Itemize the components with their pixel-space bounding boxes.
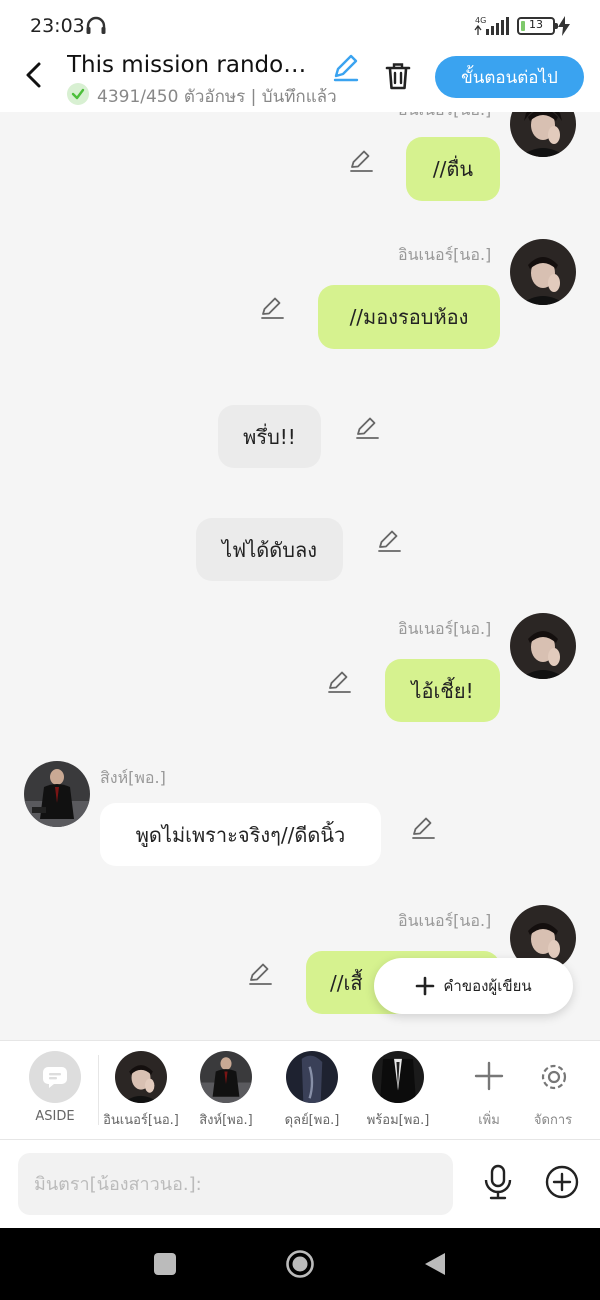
system-nav-bar xyxy=(0,1228,600,1300)
character-option[interactable]: อินเนอร์[นอ.] xyxy=(98,1051,184,1135)
recent-apps-button[interactable] xyxy=(154,1253,176,1275)
narration-bubble[interactable]: ไฟได้ดับลง xyxy=(196,518,343,581)
back-triangle-button[interactable] xyxy=(424,1252,446,1276)
sender-name: อินเนอร์[นอ.] xyxy=(398,245,492,264)
message-bubble[interactable]: พูดไม่เพราะจริงๆ//ดีดนิ้ว xyxy=(100,803,381,866)
pencil-icon[interactable] xyxy=(376,527,402,553)
battery-level-label: 13 xyxy=(529,18,543,31)
character-label: พร้อม[พอ.] xyxy=(366,1113,430,1128)
add-label: เพิ่ม xyxy=(478,1113,500,1128)
chat-icon xyxy=(43,1067,67,1088)
character-label: อินเนอร์[นอ.] xyxy=(103,1113,179,1128)
signal-icon: 4G xyxy=(474,16,509,35)
message-text: พูดไม่เพราะจริงๆ//ดีดนิ้ว xyxy=(135,822,346,847)
pencil-icon[interactable] xyxy=(354,414,380,440)
character-label: ดุลย์[พอ.] xyxy=(284,1113,340,1128)
character-option[interactable]: ดุลย์[พอ.] xyxy=(269,1051,355,1135)
gear-icon xyxy=(541,1064,567,1090)
author-note-label: คำของผู้เขียน xyxy=(443,977,532,995)
aside-narration-option[interactable]: ASIDE xyxy=(12,1051,98,1135)
message-input-row xyxy=(0,1140,600,1228)
message-bubble[interactable]: //ตื่น xyxy=(406,137,500,201)
bolt-icon xyxy=(558,16,570,36)
status-bar: 23:03 4G 13 xyxy=(0,0,600,50)
battery-indicator: 13 xyxy=(517,17,558,35)
manage-label: จัดการ xyxy=(533,1113,573,1128)
message-text: //ตื่น xyxy=(432,157,474,181)
saved-check-icon xyxy=(67,83,89,105)
chat-area[interactable]: อินเนอร์[นอ.] //ตื่น อินเนอร์[นอ.] //มอง… xyxy=(0,112,600,1040)
message-input[interactable] xyxy=(18,1153,453,1215)
microphone-icon[interactable] xyxy=(482,1164,514,1200)
pencil-icon[interactable] xyxy=(247,960,273,986)
add-character-button[interactable]: เพิ่ม xyxy=(459,1051,519,1135)
message-text: //มองรอบห้อง xyxy=(349,305,469,329)
character-selector-bar: ASIDE อินเนอร์[นอ.] สิงห์[พอ.] ดุลย์[พอ.… xyxy=(0,1040,600,1140)
narration-bubble[interactable]: พรึ่บ!! xyxy=(218,405,321,468)
headphone-icon xyxy=(86,16,106,34)
avatar-inner[interactable] xyxy=(510,112,576,157)
trash-icon[interactable] xyxy=(383,61,413,91)
sender-name: อินเนอร์[นอ.] xyxy=(398,112,491,123)
network-label: 4G xyxy=(475,16,486,25)
aside-label: ASIDE xyxy=(35,1109,75,1124)
manage-characters-button[interactable]: จัดการ xyxy=(523,1051,583,1135)
back-arrow-icon[interactable] xyxy=(20,60,50,90)
pencil-icon[interactable] xyxy=(410,814,436,840)
character-avatar xyxy=(200,1051,252,1103)
sender-name: สิงห์[พอ.] xyxy=(100,768,166,787)
aside-circle xyxy=(29,1051,81,1103)
pencil-icon[interactable] xyxy=(259,294,285,320)
home-button[interactable] xyxy=(285,1249,315,1279)
pencil-icon[interactable] xyxy=(348,147,374,173)
message-text: ไอ้เชี้ย! xyxy=(411,678,474,703)
sender-name: อินเนอร์[นอ.] xyxy=(398,619,492,638)
pencil-icon[interactable] xyxy=(326,668,352,694)
character-option[interactable]: สิงห์[พอ.] xyxy=(183,1051,269,1135)
author-note-button[interactable]: คำของผู้เขียน xyxy=(374,958,573,1014)
sender-name: อินเนอร์[นอ.] xyxy=(398,911,492,930)
message-bubble[interactable]: //มองรอบห้อง xyxy=(318,285,500,349)
editor-header: This mission randoml... 4391/450 ตัวอักษ… xyxy=(0,50,600,112)
edit-title-pencil-icon[interactable] xyxy=(330,52,360,82)
next-step-button[interactable]: ขั้นตอนต่อไป xyxy=(435,56,584,98)
message-text: ไฟได้ดับลง xyxy=(222,537,317,562)
avatar-inner[interactable] xyxy=(510,613,576,679)
story-title: This mission randoml... xyxy=(67,52,325,78)
character-option[interactable]: พร้อม[พอ.] xyxy=(355,1051,441,1135)
add-circle-icon[interactable] xyxy=(545,1165,579,1199)
plus-icon xyxy=(416,976,435,996)
character-count-status: 4391/450 ตัวอักษร | บันทึกแล้ว xyxy=(97,87,337,107)
avatar-inner[interactable] xyxy=(510,239,576,305)
message-text: พรึ่บ!! xyxy=(243,424,296,449)
avatar-singha[interactable] xyxy=(24,761,90,827)
character-label: สิงห์[พอ.] xyxy=(199,1113,253,1128)
message-text: //เสื้ xyxy=(330,970,363,995)
character-avatar xyxy=(372,1051,424,1103)
status-time: 23:03 xyxy=(30,15,85,37)
character-avatar xyxy=(286,1051,338,1103)
character-avatar xyxy=(115,1051,167,1103)
plus-icon xyxy=(474,1061,504,1091)
message-bubble[interactable]: ไอ้เชี้ย! xyxy=(385,659,500,722)
